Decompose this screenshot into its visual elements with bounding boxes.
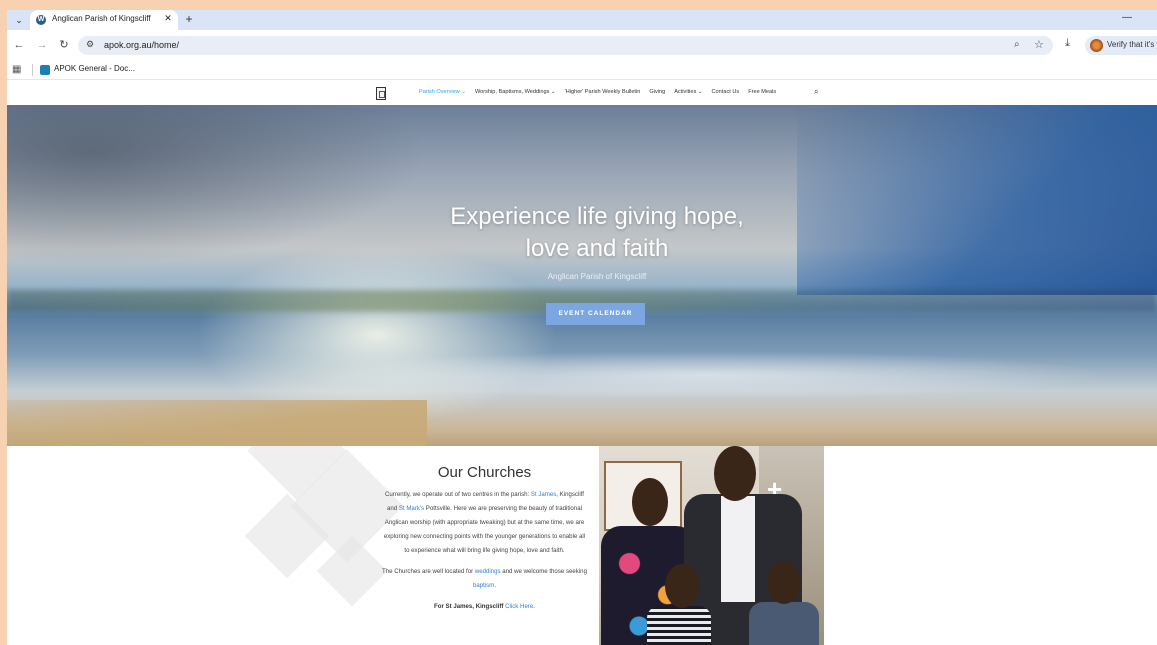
hero-title: Experience life giving hope, love and fa…: [397, 201, 797, 265]
text: Pottsville. Here we are preserving the b…: [383, 505, 586, 554]
star-icon[interactable]: ☆: [1034, 38, 1044, 51]
hero-foam: [7, 345, 1157, 405]
new-tab-button[interactable]: +: [182, 12, 196, 26]
st-marks-link[interactable]: St Mark's: [399, 505, 424, 512]
browser-tab[interactable]: W Anglican Parish of Kingscliff | ✕: [30, 10, 178, 30]
photo-girl: [647, 606, 711, 645]
forward-icon[interactable]: →: [35, 38, 49, 52]
menu-item-contact[interactable]: Contact Us: [712, 89, 740, 95]
our-churches: Our Churches Currently, we operate out o…: [382, 446, 587, 614]
url-text: apok.org.au/home/: [104, 40, 180, 50]
menu-item-bulletin[interactable]: 'Higher' Parish Weekly Bulletin: [565, 89, 641, 95]
churches-paragraph-3: For St James, Kingscliff Click Here.: [382, 600, 587, 614]
hero-clouds: [7, 105, 427, 265]
bookmarks-divider: [32, 64, 33, 76]
site-logo[interactable]: [376, 87, 386, 100]
hero-title-line1: Experience life giving hope,: [450, 203, 744, 230]
apps-icon[interactable]: ▦: [12, 64, 21, 75]
photo-man-head: [714, 446, 756, 501]
menu-item-worship[interactable]: Worship, Baptisms, Weddings ⌄: [475, 89, 556, 95]
tab-search-icon[interactable]: ⌄: [11, 13, 27, 27]
st-james-link[interactable]: St James: [531, 491, 556, 498]
hero-sand: [7, 400, 427, 446]
content-section: Our Churches Currently, we operate out o…: [7, 446, 1157, 645]
photo-girl-head: [665, 564, 699, 608]
profile-verify-button[interactable]: Verify that it's y: [1085, 36, 1157, 55]
zoom-icon[interactable]: ⌕: [1014, 39, 1020, 50]
text: Currently, we operate out of two centres…: [385, 491, 531, 498]
browser-window: ⌄ W Anglican Parish of Kingscliff | ✕ + …: [7, 10, 1157, 645]
baptism-link[interactable]: baptism: [473, 582, 494, 589]
browser-toolbar: ← → ↻ ⚙ apok.org.au/home/ ⌕ ☆ ⤓ Verify t…: [7, 30, 1157, 60]
photo-boy-head: [767, 561, 801, 604]
family-photo: +: [599, 446, 824, 645]
reload-icon[interactable]: ↻: [57, 38, 71, 52]
site-nav: Parish Overview ⌄ Worship, Baptisms, Wed…: [7, 82, 1157, 105]
bookmark-label: APOK General - Doc...: [54, 64, 135, 73]
churches-heading: Our Churches: [437, 464, 532, 481]
close-icon[interactable]: ✕: [162, 13, 174, 24]
weddings-link[interactable]: weddings: [475, 568, 501, 575]
event-calendar-button[interactable]: EVENT CALENDAR: [546, 303, 645, 325]
tab-title: Anglican Parish of Kingscliff |: [52, 14, 152, 23]
text: and we welcome those seeking: [500, 568, 587, 575]
back-icon[interactable]: ←: [12, 38, 26, 52]
text: For St James, Kingscliff: [434, 603, 506, 610]
minimize-icon[interactable]: —: [1122, 12, 1132, 23]
download-icon[interactable]: ⤓: [1065, 37, 1070, 50]
click-here-link[interactable]: Click Here: [505, 603, 533, 610]
avatar: [1090, 39, 1103, 52]
text: The Churches are well located for: [382, 568, 475, 575]
menu-item-free-meals[interactable]: Free Meals: [748, 89, 776, 95]
decor-diamond: [316, 535, 388, 607]
menu-item-parish-overview[interactable]: Parish Overview ⌄: [419, 89, 466, 95]
bookmarks-bar: ▦ APOK General - Doc...: [7, 60, 1157, 80]
text: .: [494, 582, 497, 589]
menu-item-activities[interactable]: Activities ⌄: [674, 89, 702, 95]
text: .: [533, 603, 535, 610]
hero-subtitle: Anglican Parish of Kingscliff: [547, 272, 647, 281]
churches-paragraph-1: Currently, we operate out of two centres…: [382, 488, 587, 558]
hero-banner: Experience life giving hope, love and fa…: [7, 105, 1157, 446]
address-bar[interactable]: ⚙ apok.org.au/home/ ⌕ ☆: [78, 36, 1053, 55]
site-info-icon[interactable]: ⚙: [86, 39, 94, 50]
bookmark-favicon-icon: [40, 65, 50, 75]
photo-boy: [749, 602, 819, 645]
verify-text: Verify that it's y: [1107, 40, 1157, 49]
search-icon[interactable]: ⌕: [814, 87, 818, 97]
hero-sky: [797, 105, 1157, 295]
main-menu: Parish Overview ⌄ Worship, Baptisms, Wed…: [419, 89, 776, 95]
photo-man-shirt: [721, 496, 755, 602]
tab-strip: ⌄ W Anglican Parish of Kingscliff | ✕ + …: [7, 10, 1157, 30]
hero-title-line2: love and faith: [525, 235, 669, 262]
photo-woman-head: [632, 478, 668, 526]
menu-item-giving[interactable]: Giving: [649, 89, 665, 95]
wordpress-icon: W: [36, 15, 46, 25]
churches-paragraph-2: The Churches are well located for weddin…: [382, 565, 587, 593]
